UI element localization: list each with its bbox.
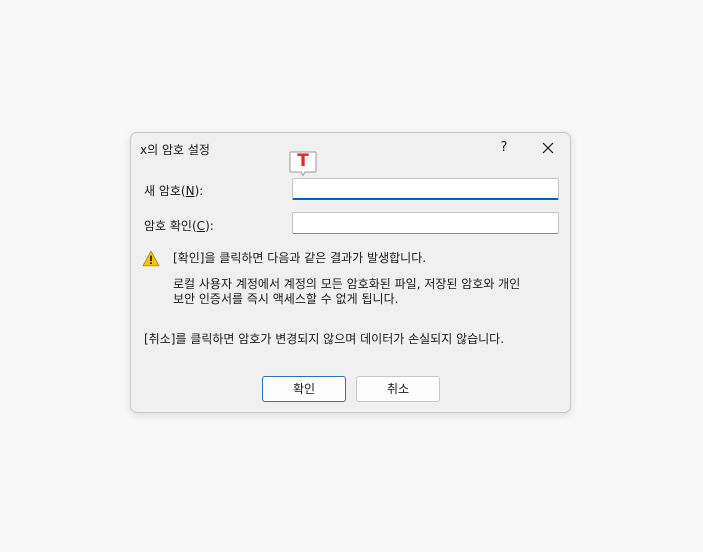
confirm-password-label: 암호 확인(C):: [144, 219, 214, 233]
warning-detail-line1: 로컬 사용자 계정에서 계정의 모든 암호화된 파일, 저장된 암호와 개인: [173, 277, 521, 291]
ime-indicator-letter: T: [297, 151, 309, 171]
ok-button[interactable]: 확인: [262, 376, 346, 402]
new-password-input[interactable]: [292, 178, 559, 200]
warning-detail-line2: 보안 인증서를 즉시 액세스할 수 없게 됩니다.: [173, 292, 399, 306]
help-button[interactable]: ?: [496, 137, 512, 159]
confirm-password-input[interactable]: [292, 212, 559, 234]
cancel-button[interactable]: 취소: [356, 376, 440, 402]
new-password-label: 새 암호(N):: [144, 184, 204, 198]
ime-indicator-badge: T: [289, 151, 317, 177]
warning-icon: [142, 250, 160, 267]
close-button[interactable]: [537, 137, 559, 159]
set-password-dialog: x의 암호 설정 ? T 새 암호(N): 암호 확인(C): [확인]을 클릭…: [130, 132, 571, 413]
warning-headline: [확인]을 클릭하면 다음과 같은 결과가 발생합니다.: [173, 251, 427, 265]
close-icon: [542, 142, 554, 154]
dialog-title: x의 암호 설정: [140, 143, 210, 157]
cancel-note: [취소]를 클릭하면 암호가 변경되지 않으며 데이터가 손실되지 않습니다.: [144, 332, 505, 346]
